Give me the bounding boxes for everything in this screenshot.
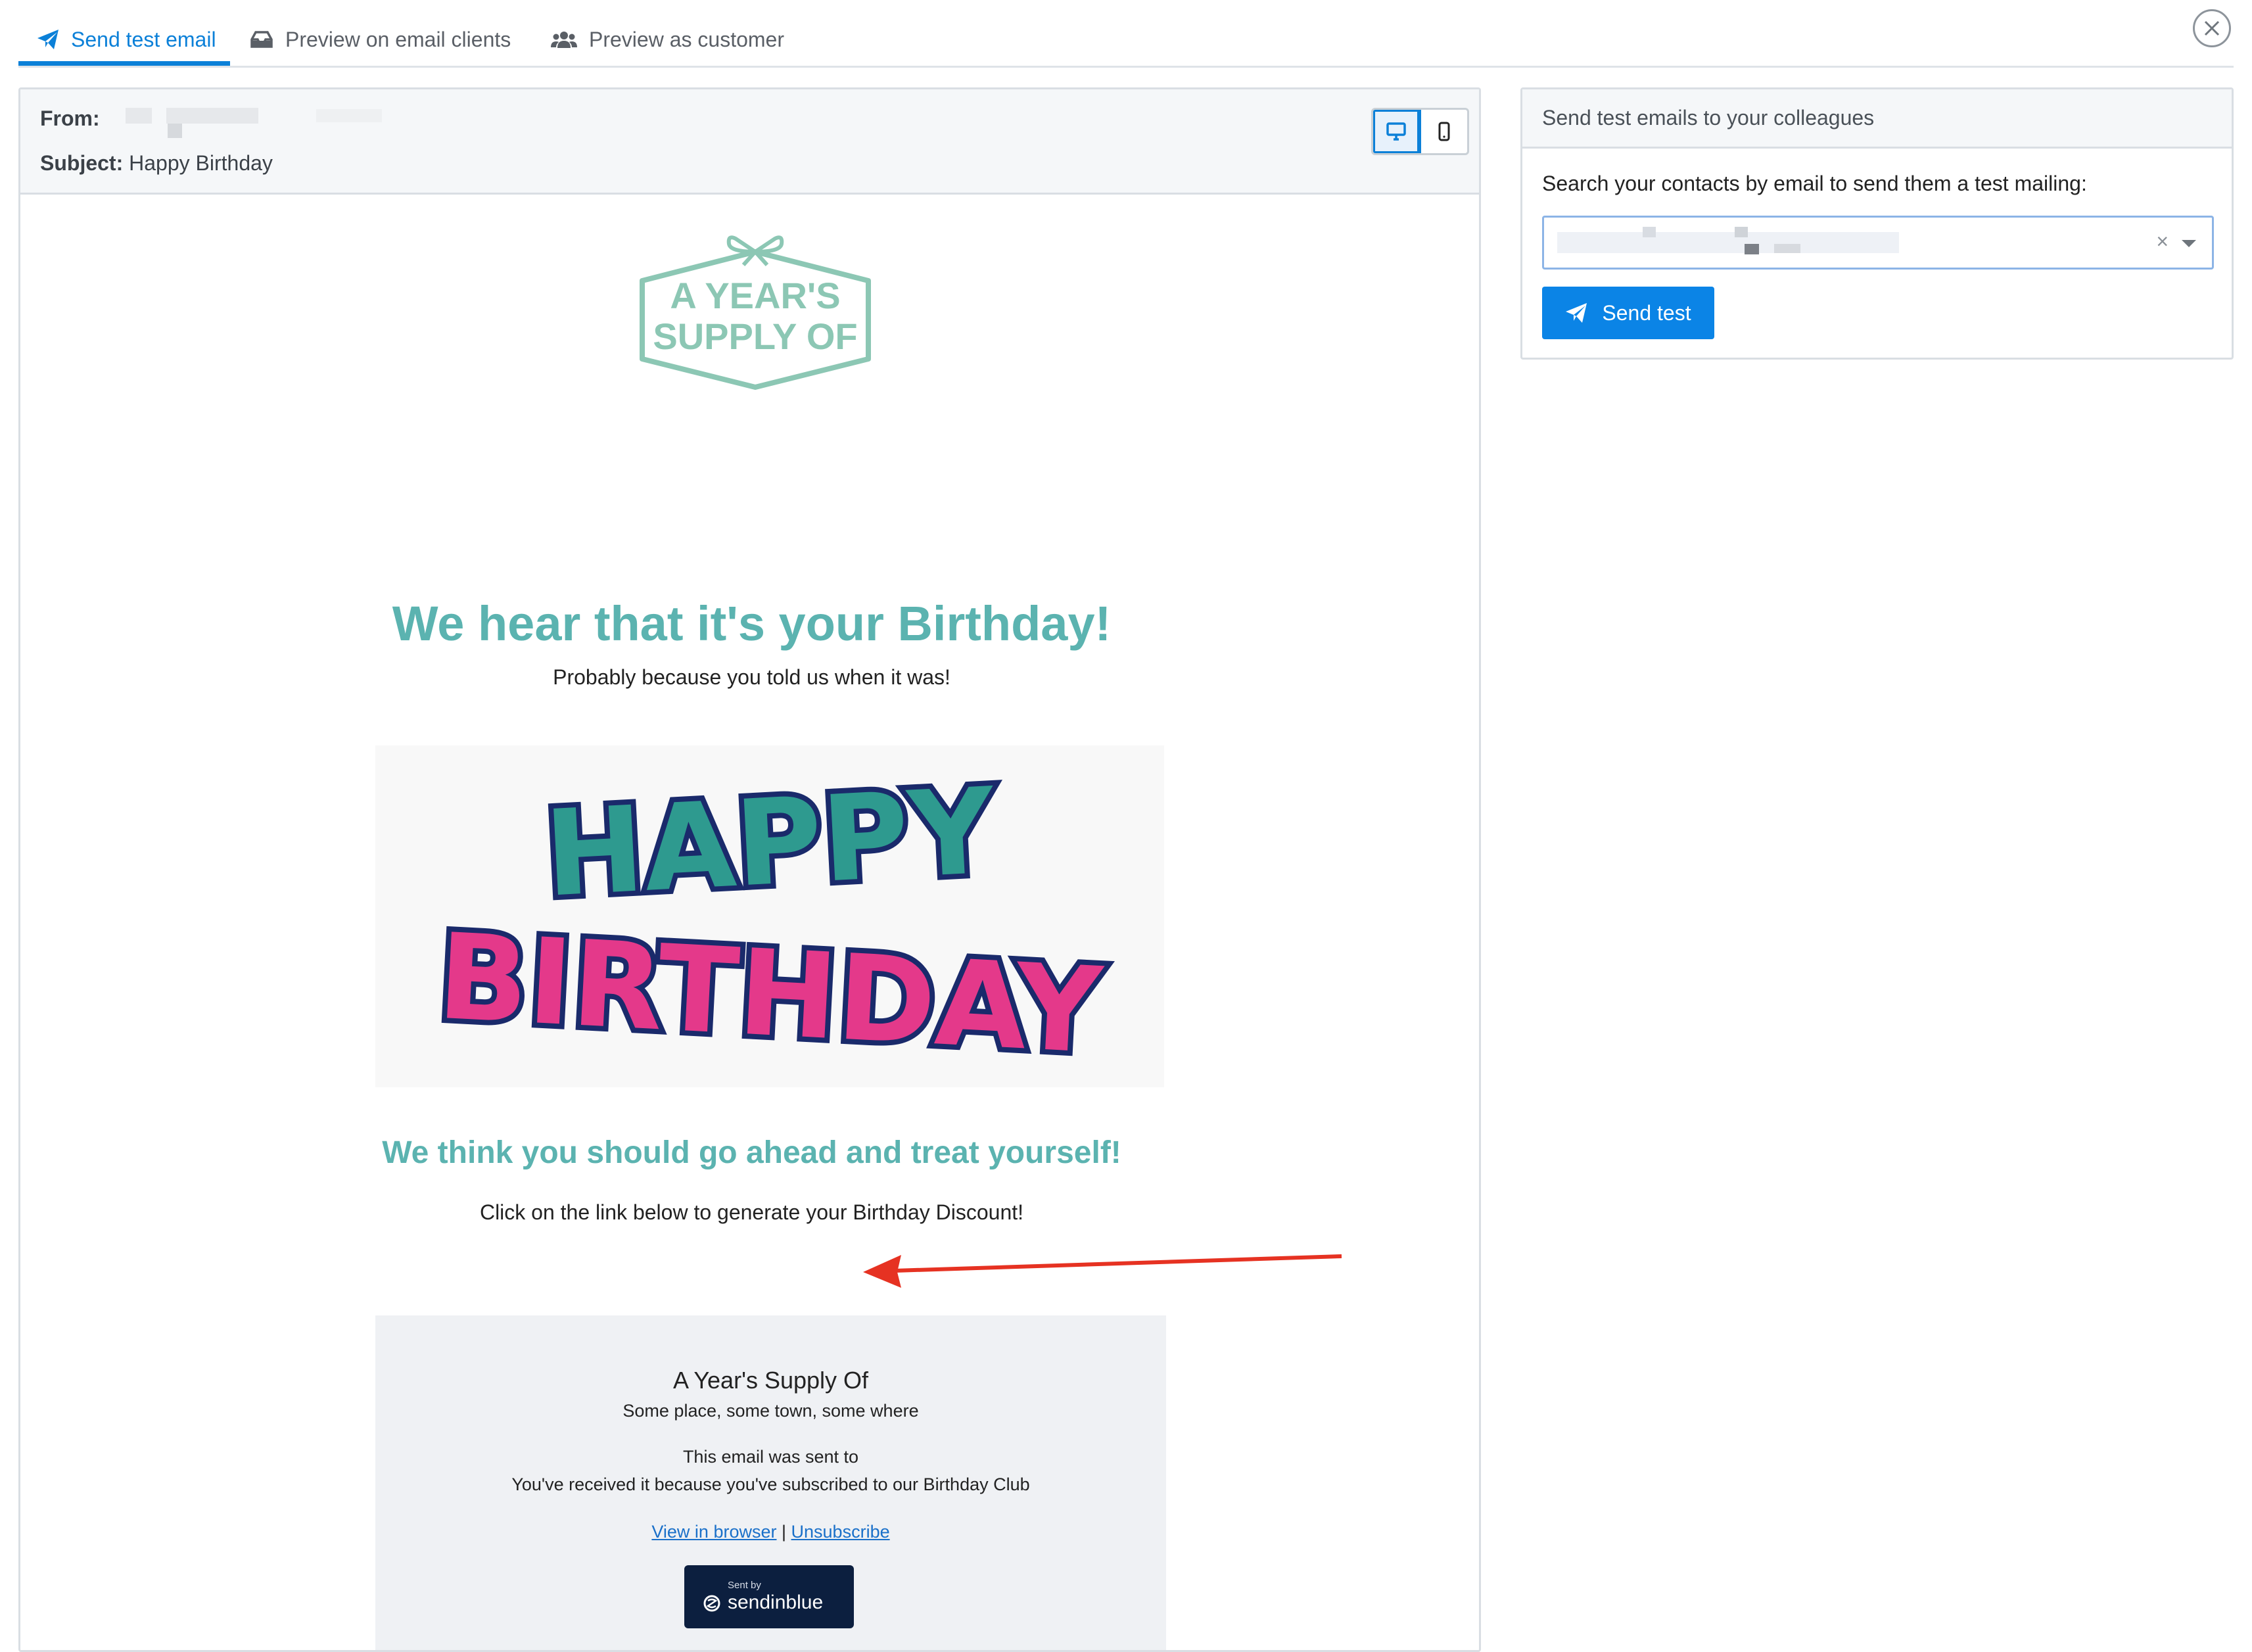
redacted-sender — [166, 108, 258, 124]
close-icon — [2204, 20, 2220, 36]
tab-send-test-email[interactable]: Send test email — [37, 20, 216, 59]
users-icon — [551, 30, 577, 49]
email-subheadline: Probably because you told us when it was… — [553, 665, 950, 689]
active-tab-indicator — [18, 61, 230, 66]
inbox-icon — [250, 30, 273, 49]
annotation-arrow — [855, 1243, 1342, 1299]
badge-brand-name: sendinblue — [728, 1592, 824, 1613]
paper-plane-icon — [1565, 302, 1587, 323]
tab-label: Preview on email clients — [285, 27, 511, 51]
unsubscribe-link[interactable]: Unsubscribe — [791, 1522, 890, 1542]
logo-line-2: SUPPLY OF — [653, 316, 857, 357]
tab-preview-email-clients[interactable]: Preview on email clients — [250, 20, 511, 59]
from-label: From: — [40, 106, 100, 130]
mobile-view-button[interactable] — [1421, 110, 1467, 153]
send-test-button[interactable]: Send test — [1542, 287, 1714, 339]
link-separator: | — [782, 1522, 787, 1542]
desktop-icon — [1386, 122, 1406, 141]
mobile-icon — [1438, 122, 1450, 141]
subject-line: Subject: Happy Birthday — [40, 151, 273, 176]
redacted-sender — [126, 108, 152, 124]
footer-reason: You've received it because you've subscr… — [511, 1475, 1030, 1494]
redacted-recipient — [1557, 232, 1899, 253]
redacted-recipient — [1643, 227, 1656, 237]
sendinblue-badge[interactable]: Sent by sendinblue — [684, 1565, 854, 1628]
tab-preview-as-customer[interactable]: Preview as customer — [551, 20, 784, 59]
send-test-label: Send test — [1602, 300, 1691, 325]
redacted-sender — [168, 124, 182, 138]
paper-plane-icon — [37, 29, 59, 50]
contact-search-select[interactable]: × — [1542, 216, 2214, 270]
badge-sent-by: Sent by — [728, 1580, 761, 1591]
chevron-down-icon[interactable] — [2182, 240, 2196, 247]
send-test-panel: Send test emails to your colleagues Sear… — [1520, 87, 2234, 360]
view-in-browser-link[interactable]: View in browser — [651, 1522, 776, 1542]
brand-logo: A YEAR'S SUPPLY OF — [624, 224, 887, 395]
footer-sent-to: This email was sent to — [682, 1447, 859, 1467]
footer-links: View in browser | Unsubscribe — [375, 1522, 1166, 1542]
logo-line-1: A YEAR'S — [670, 275, 840, 316]
subject-label: Subject: — [40, 151, 124, 175]
redacted-recipient — [1745, 244, 1759, 254]
email-headline: We hear that it's your Birthday! — [392, 596, 1112, 651]
redacted-recipient — [1774, 244, 1800, 253]
send-test-panel-header: Send test emails to your colleagues — [1522, 89, 2232, 149]
email-body-text: Click on the link below to generate your… — [479, 1200, 1024, 1224]
tab-label: Preview as customer — [589, 27, 784, 51]
email-preview-panel: From: Subject: Happy Birthday A YEAR'S S… — [18, 87, 1481, 1652]
desktop-view-button[interactable] — [1373, 110, 1421, 153]
footer-address: Some place, some town, some where — [622, 1401, 919, 1421]
redacted-recipient — [1735, 227, 1748, 237]
email-meta-header: From: Subject: Happy Birthday — [20, 89, 1479, 195]
banner-word-happy: HAPPY — [542, 763, 1000, 924]
device-toggle — [1371, 108, 1469, 155]
sendinblue-logo-icon — [703, 1594, 721, 1616]
footer-company: A Year's Supply Of — [672, 1367, 869, 1394]
email-footer: A Year's Supply Of Some place, some town… — [375, 1315, 1166, 1650]
redacted-sender — [316, 109, 382, 122]
banner-word-birthday: BIRTHDAY — [434, 909, 1106, 1081]
tab-label: Send test email — [71, 27, 216, 51]
preview-tabs: Send test email Preview on email clients… — [18, 0, 2234, 68]
subject-value: Happy Birthday — [129, 151, 273, 175]
clear-selection-icon[interactable]: × — [2156, 229, 2169, 254]
email-headline-2: We think you should go ahead and treat y… — [382, 1135, 1121, 1170]
happy-birthday-image: HAPPY BIRTHDAY — [375, 745, 1164, 1087]
close-button[interactable] — [2193, 9, 2231, 47]
contact-search-label: Search your contacts by email to send th… — [1542, 172, 2087, 195]
send-test-panel-title: Send test emails to your colleagues — [1542, 106, 1875, 130]
